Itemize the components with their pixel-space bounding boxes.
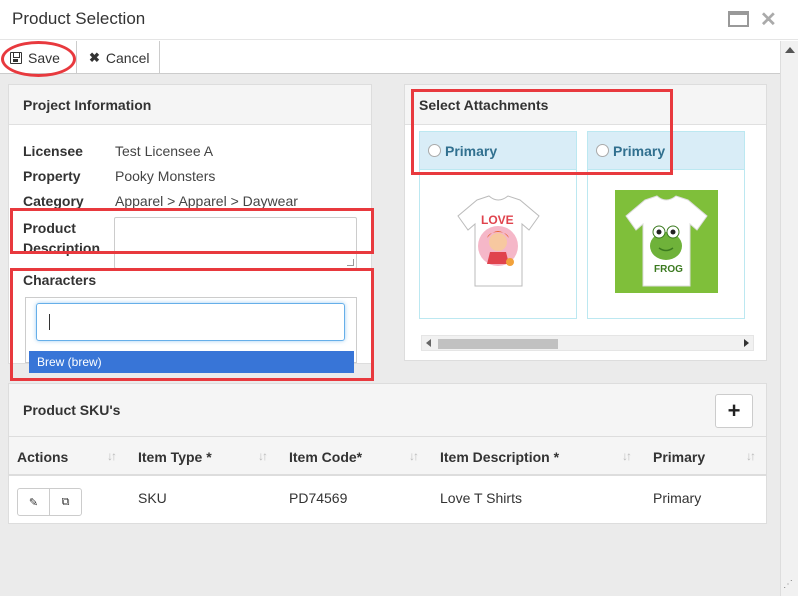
add-sku-button[interactable]: +	[715, 394, 753, 428]
sort-icon[interactable]: ↓↑	[107, 449, 117, 463]
copy-icon: ⧉	[61, 495, 70, 508]
characters-label: Characters	[23, 272, 97, 288]
column-header-item-code-label: Item Code*	[289, 449, 363, 465]
scroll-left-arrow-icon[interactable]	[426, 339, 431, 347]
love-tshirt-image: LOVE	[457, 195, 540, 287]
frog-tshirt-image: FROG	[615, 190, 718, 293]
edit-row-button[interactable]: ✎	[17, 488, 50, 516]
attachment-card-1-label: Primary	[445, 142, 498, 159]
sku-table-header: Actions ↓↑ Item Type * ↓↑ Item Code* ↓↑ …	[9, 436, 766, 476]
floppy-disk-icon	[10, 51, 22, 64]
characters-search-input[interactable]	[36, 303, 345, 341]
attachment-card-1[interactable]: Primary LOVE	[419, 131, 577, 319]
cell-item-code: PD74569	[289, 490, 348, 506]
scroll-up-arrow-icon[interactable]	[785, 47, 795, 53]
toolbar: Save ✖ Cancel	[0, 41, 780, 74]
characters-option-brew[interactable]: Brew (brew)	[29, 351, 354, 373]
text-caret	[49, 314, 50, 330]
close-icon[interactable]: ✕	[760, 7, 777, 32]
cell-primary: Primary	[653, 490, 702, 506]
scroll-right-arrow-icon[interactable]	[744, 339, 749, 347]
maximize-icon[interactable]	[728, 11, 749, 27]
column-header-primary-label: Primary	[653, 449, 706, 465]
select-attachments-heading: Select Attachments	[405, 85, 766, 125]
cell-item-description: Love T Shirts	[440, 490, 522, 506]
licensee-label: Licensee	[23, 143, 83, 159]
product-sku-heading: Product SKU's	[9, 384, 766, 436]
sort-icon[interactable]: ↓↑	[746, 449, 756, 463]
project-information-heading: Project Information	[9, 85, 371, 125]
save-button-label: Save	[28, 49, 60, 66]
cell-item-type: SKU	[138, 490, 167, 506]
project-information-panel: Project Information Licensee Test Licens…	[8, 84, 372, 373]
category-label: Category	[23, 193, 84, 209]
resize-grip-icon[interactable]: ⋰	[783, 579, 793, 590]
dialog-title: Product Selection	[12, 9, 146, 28]
category-value: Apparel > Apparel > Daywear	[115, 193, 298, 209]
product-description-label-line2: Description	[23, 240, 101, 256]
sort-icon[interactable]: ↓↑	[409, 449, 419, 463]
column-header-item-description-label: Item Description *	[440, 449, 560, 465]
product-sku-panel: Product SKU's + Actions ↓↑ Item Type * ↓…	[8, 383, 767, 524]
attachment-card-2[interactable]: Primary FROG	[587, 131, 745, 319]
product-description-label: Product Description	[23, 218, 100, 258]
svg-text:FROG: FROG	[654, 264, 683, 275]
property-value: Pooky Monsters	[115, 168, 216, 184]
column-header-item-type-label: Item Type *	[138, 449, 212, 465]
sort-icon[interactable]: ↓↑	[622, 449, 632, 463]
property-label: Property	[23, 168, 81, 184]
x-icon: ✖	[89, 49, 100, 65]
category-row: Category Apparel > Apparel > Daywear	[23, 193, 298, 209]
attachments-horizontal-scrollbar[interactable]	[421, 335, 754, 351]
licensee-value: Test Licensee A	[115, 143, 214, 159]
dialog-titlebar: Product Selection ✕	[0, 0, 798, 40]
sort-icon[interactable]: ↓↑	[258, 449, 268, 463]
copy-row-button[interactable]: ⧉	[49, 488, 82, 516]
svg-text:LOVE: LOVE	[481, 213, 514, 227]
column-header-item-type[interactable]: Item Type *	[138, 437, 212, 477]
attachment-card-1-header: Primary	[420, 132, 576, 170]
attachment-card-2-label: Primary	[613, 142, 666, 159]
cancel-button[interactable]: ✖ Cancel	[77, 41, 160, 74]
vertical-scrollbar[interactable]: ⋰	[780, 41, 798, 596]
characters-row: Characters	[23, 272, 96, 288]
save-button[interactable]: Save	[0, 41, 77, 74]
column-header-primary[interactable]: Primary	[653, 437, 705, 477]
primary-radio-1[interactable]	[428, 144, 441, 157]
scrollbar-thumb[interactable]	[438, 339, 558, 349]
primary-radio-2[interactable]	[596, 144, 609, 157]
cancel-button-label: Cancel	[105, 49, 150, 66]
product-description-label-line1: Product	[23, 220, 76, 236]
column-header-actions[interactable]: Actions	[17, 437, 68, 477]
column-header-item-code[interactable]: Item Code*	[289, 437, 362, 477]
table-row: ✎ ⧉ SKU PD74569 Love T Shirts Primary	[9, 478, 766, 523]
column-header-item-description[interactable]: Item Description *	[440, 437, 559, 477]
select-attachments-panel: Select Attachments Primary LOVE Primary	[404, 84, 767, 361]
property-row: Property Pooky Monsters	[23, 168, 215, 184]
attachment-card-2-header: Primary	[588, 132, 744, 170]
edit-icon: ✎	[28, 496, 39, 509]
column-header-actions-label: Actions	[17, 449, 69, 465]
product-description-textarea[interactable]	[114, 217, 357, 269]
licensee-row: Licensee Test Licensee A	[23, 143, 213, 159]
